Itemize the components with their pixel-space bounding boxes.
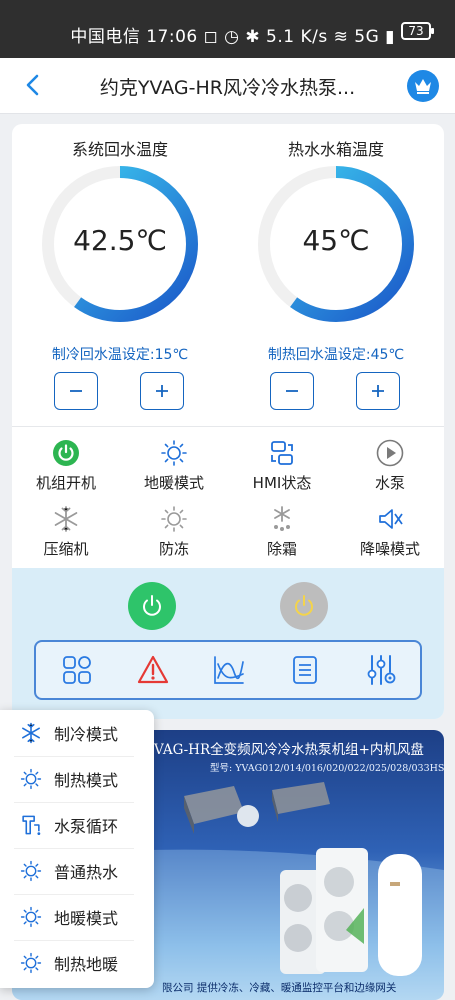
menu-item-label: 普通热水 — [54, 863, 119, 882]
sun-icon — [20, 768, 42, 790]
power-off-button[interactable] — [280, 582, 328, 630]
grid-icon — [63, 656, 91, 684]
dashboard-button[interactable] — [58, 651, 96, 689]
play-icon — [376, 439, 404, 467]
status-grid: 机组开机 地暖模式 HMI状态 水泵 压缩机 防冻 除霜 降噪模式 — [12, 432, 444, 568]
menu-item-heating-floor-heating[interactable]: 制热地暖 — [0, 940, 154, 986]
alarm-button[interactable] — [134, 651, 172, 689]
menu-item-normal-hot-water[interactable]: 普通热水 — [0, 848, 154, 894]
status-item-label: 防冻 — [158, 540, 189, 558]
status-item-water-pump: 水泵 — [336, 438, 444, 502]
cooling-setpoint-minus-button[interactable] — [54, 372, 98, 410]
navigation-bar: 约克YVAG-HR风冷冷水热泵... — [0, 58, 455, 114]
snowflake-icon — [22, 722, 40, 744]
cooling-setpoint-label: 制冷回水温设定:15℃ — [51, 347, 189, 363]
menu-item-label: 水泵循环 — [54, 817, 119, 836]
hot-water-tank-temp-label: 热水水箱温度 — [287, 140, 384, 159]
sun-icon — [20, 906, 42, 928]
power-icon — [295, 595, 313, 616]
power-icon — [143, 595, 161, 616]
minus-icon — [70, 390, 82, 392]
menu-item-label: 制冷模式 — [54, 725, 119, 744]
plus-icon — [156, 385, 168, 397]
status-item-hmi: HMI状态 — [228, 438, 336, 502]
status-item-antifreeze: 防冻 — [120, 504, 228, 568]
cooling-setpoint-plus-button[interactable] — [140, 372, 184, 410]
menu-item-pump-circulation[interactable]: 水泵循环 — [0, 802, 154, 848]
menu-item-label: 制热模式 — [54, 771, 119, 790]
unit-status-card: 系统回水温度 42.5℃ 制冷回水温设定:15℃ 热水水箱温度 45℃ 制热回水… — [12, 124, 444, 719]
list-icon — [293, 656, 317, 684]
chevron-left-icon — [26, 74, 39, 96]
records-button[interactable] — [286, 651, 324, 689]
divider — [12, 426, 444, 427]
status-item-label: HMI状态 — [252, 474, 312, 492]
function-toolbar — [34, 640, 422, 700]
status-item-label: 除霜 — [266, 540, 297, 558]
return-water-temp-value: 42.5℃ — [73, 224, 167, 257]
status-item-compressor: 压缩机 — [12, 504, 120, 568]
hmi-icon — [271, 441, 293, 465]
status-item-floor-heating: 地暖模式 — [120, 438, 228, 502]
snowflake-icon — [54, 506, 78, 532]
status-item-unit-on: 机组开机 — [12, 438, 120, 502]
status-item-label: 地暖模式 — [143, 474, 204, 492]
sun-icon — [161, 440, 187, 466]
status-item-defrost: 除霜 — [228, 504, 336, 568]
heating-setpoint-label: 制热回水温设定:45℃ — [267, 347, 405, 363]
banner-footer-text: 限公司 提供冷冻、冷藏、暖通监控平台和边缘网关 — [162, 982, 397, 994]
status-item-noise-reduction: 降噪模式 — [336, 504, 444, 568]
defrost-icon — [274, 506, 290, 531]
alarm-icon — [137, 655, 169, 684]
status-item-label: 压缩机 — [43, 540, 89, 558]
back-button[interactable] — [18, 70, 48, 100]
pump-icon — [22, 815, 41, 836]
trend-chart-button[interactable] — [210, 651, 248, 689]
sun-icon — [20, 952, 42, 974]
status-item-label: 水泵 — [374, 474, 405, 492]
status-item-label: 降噪模式 — [359, 540, 420, 558]
sun-icon — [20, 860, 42, 882]
mode-dropdown-menu: 制冷模式 制热模式 水泵循环 普通热水 地暖模式 制热地暖 — [0, 710, 154, 988]
minus-icon — [286, 390, 298, 392]
power-on-icon — [53, 440, 79, 466]
crown-icon — [415, 79, 431, 94]
menu-item-heating-mode[interactable]: 制热模式 — [0, 756, 154, 802]
menu-item-label: 地暖模式 — [54, 909, 119, 928]
return-water-temp-label: 系统回水温度 — [71, 140, 168, 159]
control-panel — [12, 568, 444, 719]
hot-water-tank-temp-value: 45℃ — [302, 224, 370, 257]
heating-setpoint-plus-button[interactable] — [356, 372, 400, 410]
menu-item-floor-heating-mode[interactable]: 地暖模式 — [0, 894, 154, 940]
sun-icon — [161, 506, 187, 532]
menu-item-cooling-mode[interactable]: 制冷模式 — [0, 710, 154, 756]
status-bar-text: 中国电信 17:06 ◻ ◷ ✱ 5.1 K/s ≋ 5G ▮ — [70, 27, 395, 47]
settings-button[interactable] — [362, 651, 400, 689]
status-bar: 中国电信 17:06 ◻ ◷ ✱ 5.1 K/s ≋ 5G ▮ 73 — [0, 0, 455, 58]
heating-setpoint-minus-button[interactable] — [270, 372, 314, 410]
battery-indicator: 73 — [401, 22, 434, 40]
vip-button[interactable] — [407, 70, 439, 102]
trend-chart-icon — [214, 656, 244, 684]
page-title: 约克YVAG-HR风冷冷水热泵... — [99, 77, 356, 99]
mute-icon — [379, 509, 403, 529]
status-item-label: 机组开机 — [35, 474, 96, 492]
plus-icon — [372, 385, 384, 397]
menu-item-label: 制热地暖 — [54, 955, 119, 974]
power-on-button[interactable] — [128, 582, 176, 630]
sliders-icon — [367, 655, 396, 685]
